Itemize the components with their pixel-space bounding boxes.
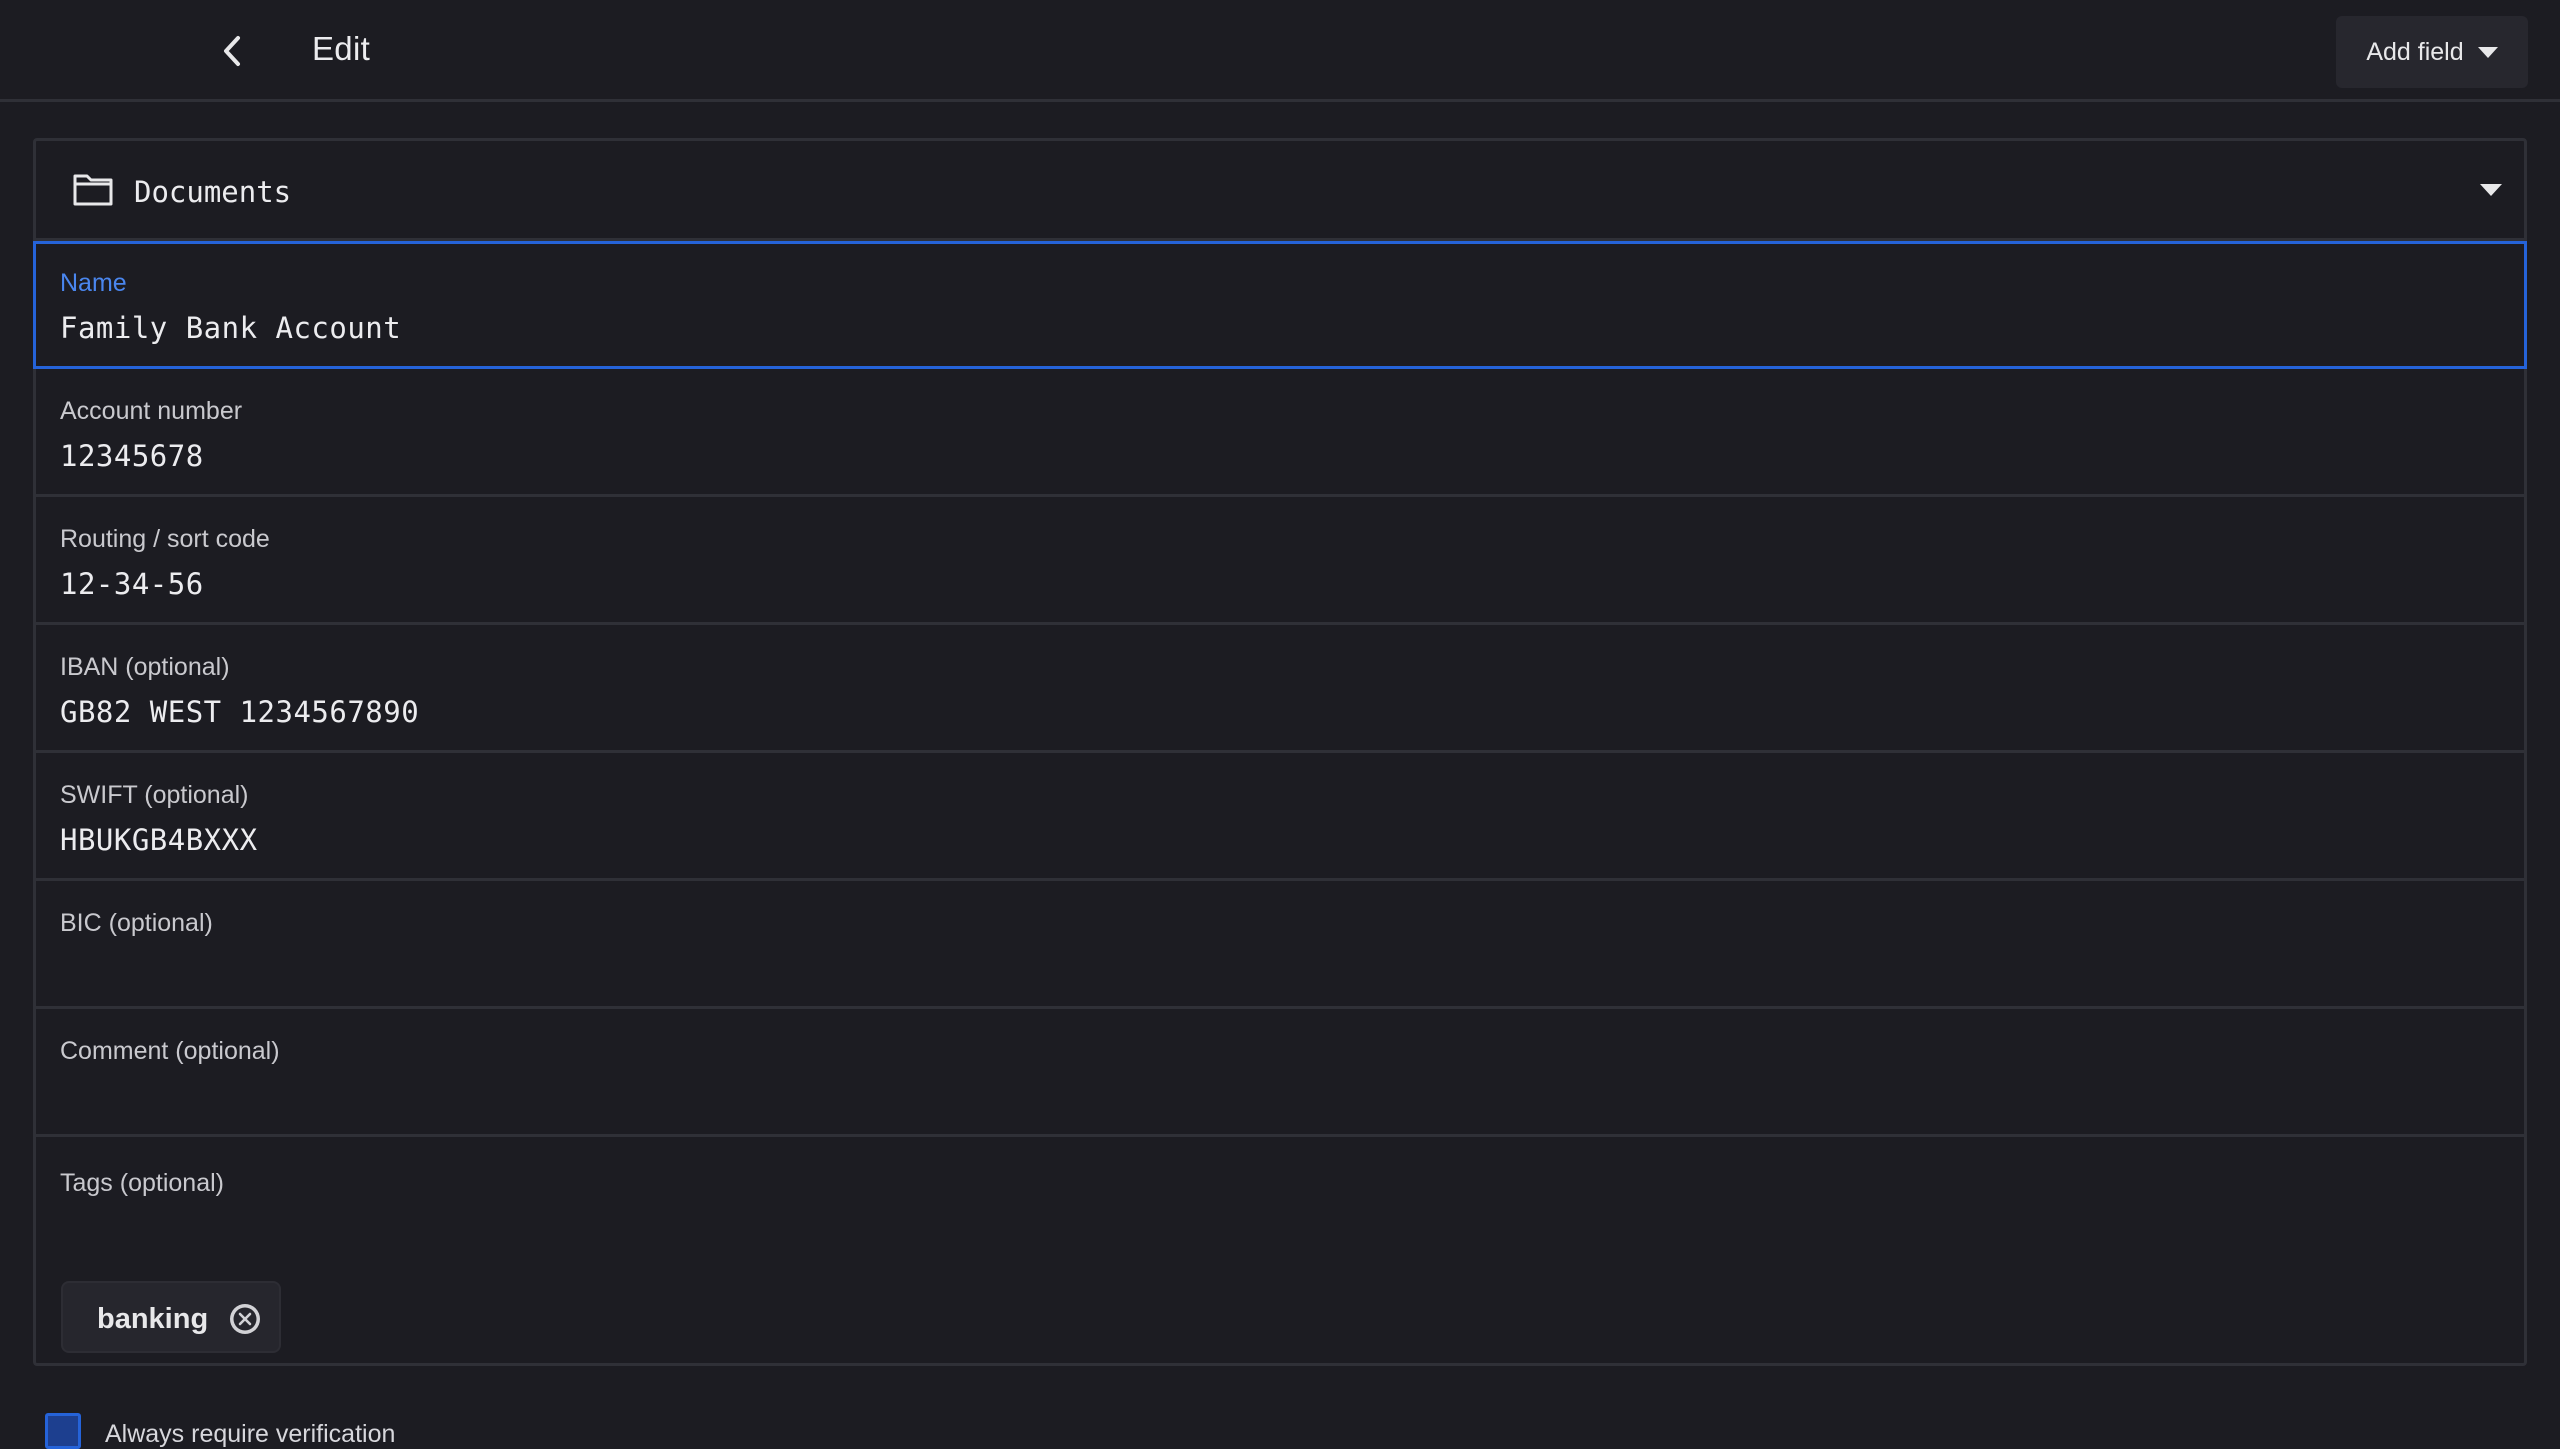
tag-chip[interactable]: banking [61,1281,281,1353]
field-label: BIC (optional) [60,909,213,937]
tag-label: banking [97,1303,209,1335]
verification-option[interactable]: Always require verification [45,1412,395,1449]
back-button[interactable] [206,25,258,77]
edit-form: Documents Name Family Bank Account Accou… [33,138,2527,1366]
verification-label: Always require verification [105,1420,396,1448]
field-label: Tags (optional) [60,1169,224,1197]
field-label: Account number [60,397,243,425]
field-label: Routing / sort code [60,525,270,553]
account-number-field[interactable]: Account number 12345678 [36,369,2524,497]
verification-checkbox[interactable] [45,1412,81,1449]
field-value[interactable]: GB82 WEST 1234567890 [60,695,419,729]
comment-field[interactable]: Comment (optional) [36,1009,2524,1137]
field-label: IBAN (optional) [60,653,230,681]
chevron-left-icon [224,36,240,66]
routing-code-field[interactable]: Routing / sort code 12-34-56 [36,497,2524,625]
caret-down-icon [2477,46,2498,58]
field-label: Comment (optional) [60,1037,280,1065]
folder-select[interactable]: Documents [36,141,2524,241]
top-bar: Edit Add field [0,0,2560,102]
field-label: SWIFT (optional) [60,781,249,809]
add-field-label: Add field [2366,37,2464,66]
close-circle-icon[interactable] [229,1303,261,1335]
field-value[interactable]: 12345678 [60,439,204,473]
name-field[interactable]: Name Family Bank Account [33,241,2527,369]
swift-field[interactable]: SWIFT (optional) HBUKGB4BXXX [36,753,2524,881]
bic-field[interactable]: BIC (optional) [36,881,2524,1009]
caret-down-icon [2480,184,2502,196]
tags-field[interactable]: Tags (optional) banking [36,1141,2524,1363]
field-value[interactable]: HBUKGB4BXXX [60,823,258,857]
field-label: Name [60,269,127,297]
folder-icon [73,174,113,206]
field-value[interactable]: 12-34-56 [60,567,204,601]
page-title: Edit [312,30,371,67]
add-field-button[interactable]: Add field [2336,16,2528,88]
folder-label: Documents [134,175,292,209]
iban-field[interactable]: IBAN (optional) GB82 WEST 1234567890 [36,625,2524,753]
field-value[interactable]: Family Bank Account [60,311,401,345]
